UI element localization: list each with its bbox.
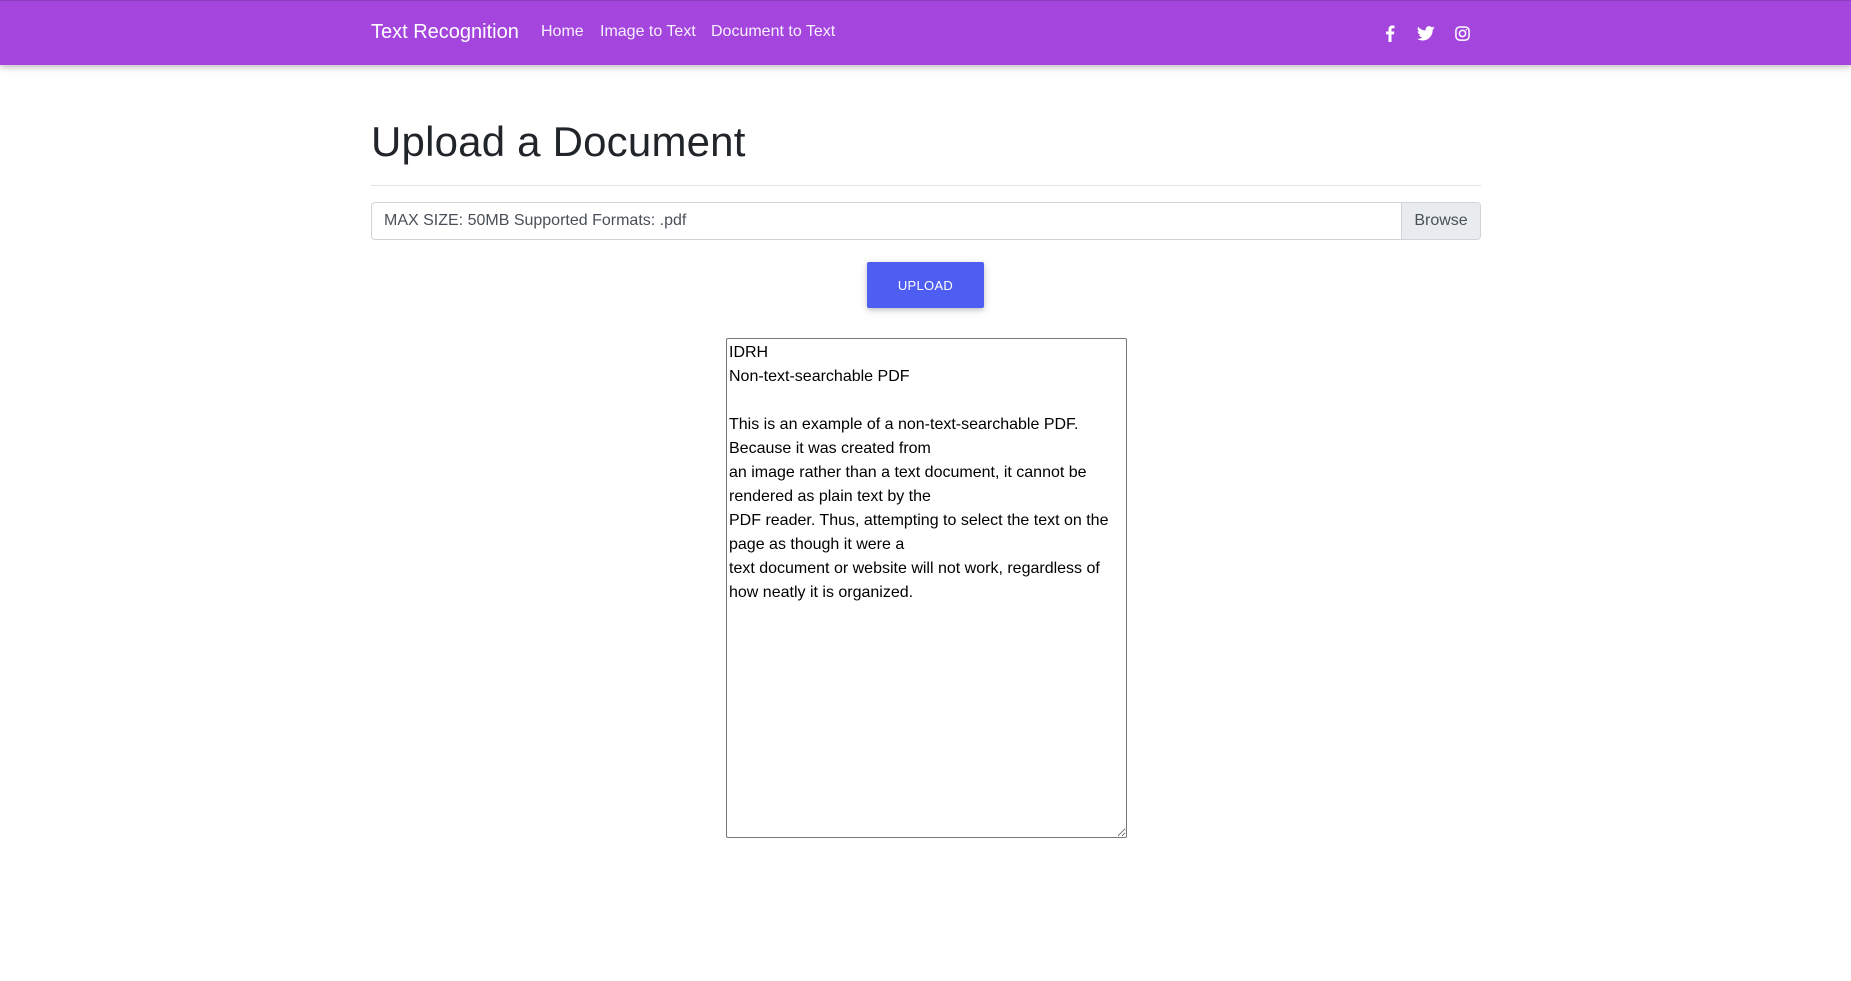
nav-link-document-to-text[interactable]: Document to Text xyxy=(711,23,835,41)
upload-button[interactable]: UPLOAD xyxy=(867,262,984,308)
nav-link-image-to-text[interactable]: Image to Text xyxy=(600,23,696,41)
top-navbar: Text Recognition Home Image to Text Docu… xyxy=(0,0,1851,65)
brand-link[interactable]: Text Recognition xyxy=(371,21,519,44)
file-input[interactable]: MAX SIZE: 50MB Supported Formats: .pdf B… xyxy=(371,202,1481,240)
title-divider xyxy=(371,185,1481,186)
browse-button[interactable]: Browse xyxy=(1401,203,1480,239)
page-title: Upload a Document xyxy=(371,118,746,165)
extracted-text-area[interactable]: IDRH Non-text-searchable PDF This is an … xyxy=(726,338,1127,838)
nav-link-home[interactable]: Home xyxy=(541,23,584,41)
facebook-icon[interactable] xyxy=(1380,23,1400,43)
twitter-icon[interactable] xyxy=(1416,23,1436,43)
file-input-label: MAX SIZE: 50MB Supported Formats: .pdf xyxy=(384,212,687,229)
instagram-icon[interactable] xyxy=(1452,23,1472,43)
